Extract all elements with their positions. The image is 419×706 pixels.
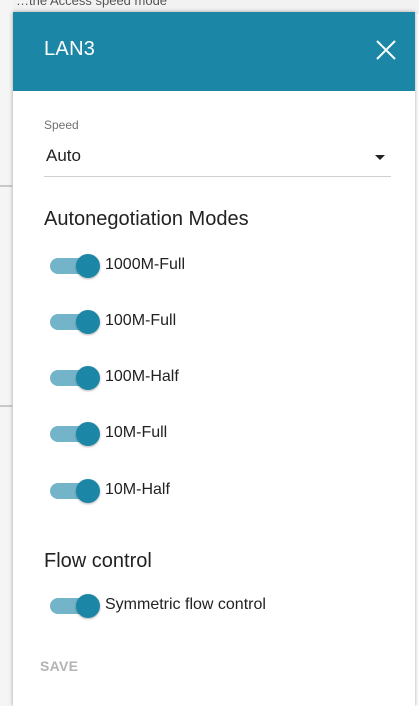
toggle-label: 10M-Half xyxy=(105,481,170,498)
toggle-label: 100M-Full xyxy=(105,312,177,329)
toggle-thumb xyxy=(76,366,100,390)
toggle-label: 100M-Half xyxy=(105,368,179,385)
toggle-row-10m-full[interactable]: 10M-Full xyxy=(48,422,378,446)
toggle-row-100m-full[interactable]: 100M-Full xyxy=(48,310,378,334)
toggle-thumb xyxy=(76,479,100,503)
background-divider xyxy=(0,185,12,187)
mode-toggle-10m-full[interactable] xyxy=(48,422,100,446)
speed-label: Speed xyxy=(44,118,79,132)
background-divider xyxy=(0,405,12,407)
toggle-row-10m-half[interactable]: 10M-Half xyxy=(48,479,378,503)
close-button[interactable] xyxy=(373,37,399,63)
toggle-label: 10M-Full xyxy=(105,424,168,441)
toggle-label: Symmetric flow control xyxy=(105,596,266,613)
background-text: …the Access speed mode xyxy=(16,0,168,8)
toggle-thumb xyxy=(76,422,100,446)
close-icon xyxy=(376,40,396,60)
mode-toggle-100m-half[interactable] xyxy=(48,366,100,390)
toggle-row-symmetric-flow-control[interactable]: Symmetric flow control xyxy=(48,594,378,618)
flow-control-title: Flow control xyxy=(44,550,152,572)
toggle-row-100m-half[interactable]: 100M-Half xyxy=(48,366,378,390)
lan-port-dialog: LAN3 Speed Auto Autonegotiation Modes 10… xyxy=(13,12,415,706)
toggle-label: 1000M-Full xyxy=(105,256,186,273)
dialog-header: LAN3 xyxy=(13,12,415,91)
save-button[interactable]: SAVE xyxy=(40,658,78,674)
mode-toggle-100m-full[interactable] xyxy=(48,310,100,334)
mode-toggle-10m-half[interactable] xyxy=(48,479,100,503)
toggle-thumb xyxy=(76,594,100,618)
speed-select-value: Auto xyxy=(46,146,81,165)
autonegotiation-title: Autonegotiation Modes xyxy=(44,208,249,230)
background-left-edge xyxy=(0,0,13,706)
toggle-thumb xyxy=(76,310,100,334)
dropdown-caret-icon xyxy=(375,155,385,160)
speed-select[interactable]: Auto xyxy=(44,140,391,177)
toggle-thumb xyxy=(76,254,100,278)
dialog-title: LAN3 xyxy=(44,38,96,60)
mode-toggle-1000m-full[interactable] xyxy=(48,254,100,278)
symmetric-flow-control-toggle[interactable] xyxy=(48,594,100,618)
toggle-row-1000m-full[interactable]: 1000M-Full xyxy=(48,254,378,278)
